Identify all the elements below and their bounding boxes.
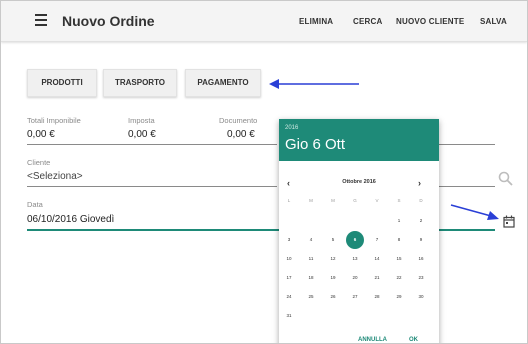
calendar-day[interactable]: 29 [391, 290, 407, 304]
date-picker-dialog: 2016 Gio 6 Ott Ottobre 2016 ‹ › LMMGVSD1… [279, 119, 439, 343]
calendar-day[interactable]: 23 [413, 271, 429, 285]
elimina-button[interactable]: ELIMINA [299, 17, 333, 26]
calendar-day[interactable]: 17 [281, 271, 297, 285]
calendar-day[interactable]: 7 [369, 233, 385, 247]
weekday-header: S [397, 198, 401, 203]
calendar-day[interactable]: 22 [391, 271, 407, 285]
totals-underline-right [439, 144, 495, 145]
weekday-header: V [375, 198, 379, 203]
nuovo-cliente-button[interactable]: NUOVO CLIENTE [396, 17, 464, 26]
totals-underline [27, 144, 277, 145]
calendar-day[interactable]: 20 [347, 271, 363, 285]
documento-value: 0,00 € [227, 129, 255, 140]
calendar-day[interactable]: 11 [303, 252, 319, 266]
data-underline [27, 229, 279, 231]
calendar-day[interactable]: 28 [369, 290, 385, 304]
calendar-day[interactable]: 10 [281, 252, 297, 266]
calendar-day[interactable]: 12 [325, 252, 341, 266]
tab-pagamento[interactable]: PAGAMENTO [185, 69, 261, 97]
calendar-icon[interactable] [503, 215, 515, 228]
page-title: Nuovo Ordine [62, 13, 155, 29]
imposta-label: Imposta [128, 116, 155, 125]
weekday-header: M [309, 198, 313, 203]
calendar-day-selected[interactable]: 6 [346, 231, 364, 249]
weekday-header: G [353, 198, 357, 203]
tab-prodotti[interactable]: PRODOTTI [27, 69, 97, 97]
date-picker-grid: L M M G V S D 1 2 3 4 5 6 7 8 9 10 11 12 13 14 15 16 17 18 19 20 21… [279, 119, 439, 343]
imponibile-label: Totali Imponibile [27, 116, 81, 125]
salva-button[interactable]: SALVA [480, 17, 507, 26]
calendar-day[interactable]: 14 [369, 252, 385, 266]
calendar-day[interactable]: 24 [281, 290, 297, 304]
cliente-underline-right [439, 186, 495, 187]
calendar-day[interactable]: 31 [281, 309, 297, 323]
calendar-day[interactable]: 21 [369, 271, 385, 285]
calendar-day[interactable]: 5 [325, 233, 341, 247]
calendar-day[interactable]: 1 [391, 214, 407, 228]
documento-label: Documento [219, 116, 258, 125]
weekday-header: L [287, 198, 291, 203]
app-bar: Nuovo Ordine ELIMINA CERCA NUOVO CLIENTE… [1, 1, 527, 42]
weekday-header: D [419, 198, 423, 203]
weekday-header: M [331, 198, 335, 203]
menu-icon[interactable] [35, 14, 47, 28]
annotation-arrow-left [269, 79, 359, 89]
imponibile-value: 0,00 € [27, 129, 55, 140]
data-label: Data [27, 200, 43, 209]
imposta-value: 0,00 € [128, 129, 156, 140]
data-field[interactable]: 06/10/2016 Giovedì [27, 214, 114, 225]
calendar-day[interactable]: 3 [281, 233, 297, 247]
data-underline-right [439, 229, 495, 231]
calendar-day[interactable]: 2 [413, 214, 429, 228]
calendar-day[interactable]: 8 [391, 233, 407, 247]
calendar-day[interactable]: 30 [413, 290, 429, 304]
calendar-day[interactable]: 18 [303, 271, 319, 285]
calendar-day[interactable]: 26 [325, 290, 341, 304]
calendar-day[interactable]: 25 [303, 290, 319, 304]
app-window: Nuovo Ordine ELIMINA CERCA NUOVO CLIENTE… [0, 0, 528, 344]
calendar-day[interactable]: 9 [413, 233, 429, 247]
calendar-day[interactable]: 16 [413, 252, 429, 266]
calendar-day[interactable]: 15 [391, 252, 407, 266]
calendar-day[interactable]: 27 [347, 290, 363, 304]
search-icon[interactable] [498, 171, 514, 187]
cliente-field[interactable]: <Seleziona> [27, 171, 83, 182]
calendar-day[interactable]: 4 [303, 233, 319, 247]
cerca-button[interactable]: CERCA [353, 17, 382, 26]
annotation-arrow-diagonal [450, 204, 499, 220]
tab-trasporto[interactable]: TRASPORTO [103, 69, 177, 97]
calendar-day[interactable]: 13 [347, 252, 363, 266]
calendar-day[interactable]: 19 [325, 271, 341, 285]
cliente-label: Cliente [27, 158, 51, 167]
cliente-underline [27, 186, 277, 187]
